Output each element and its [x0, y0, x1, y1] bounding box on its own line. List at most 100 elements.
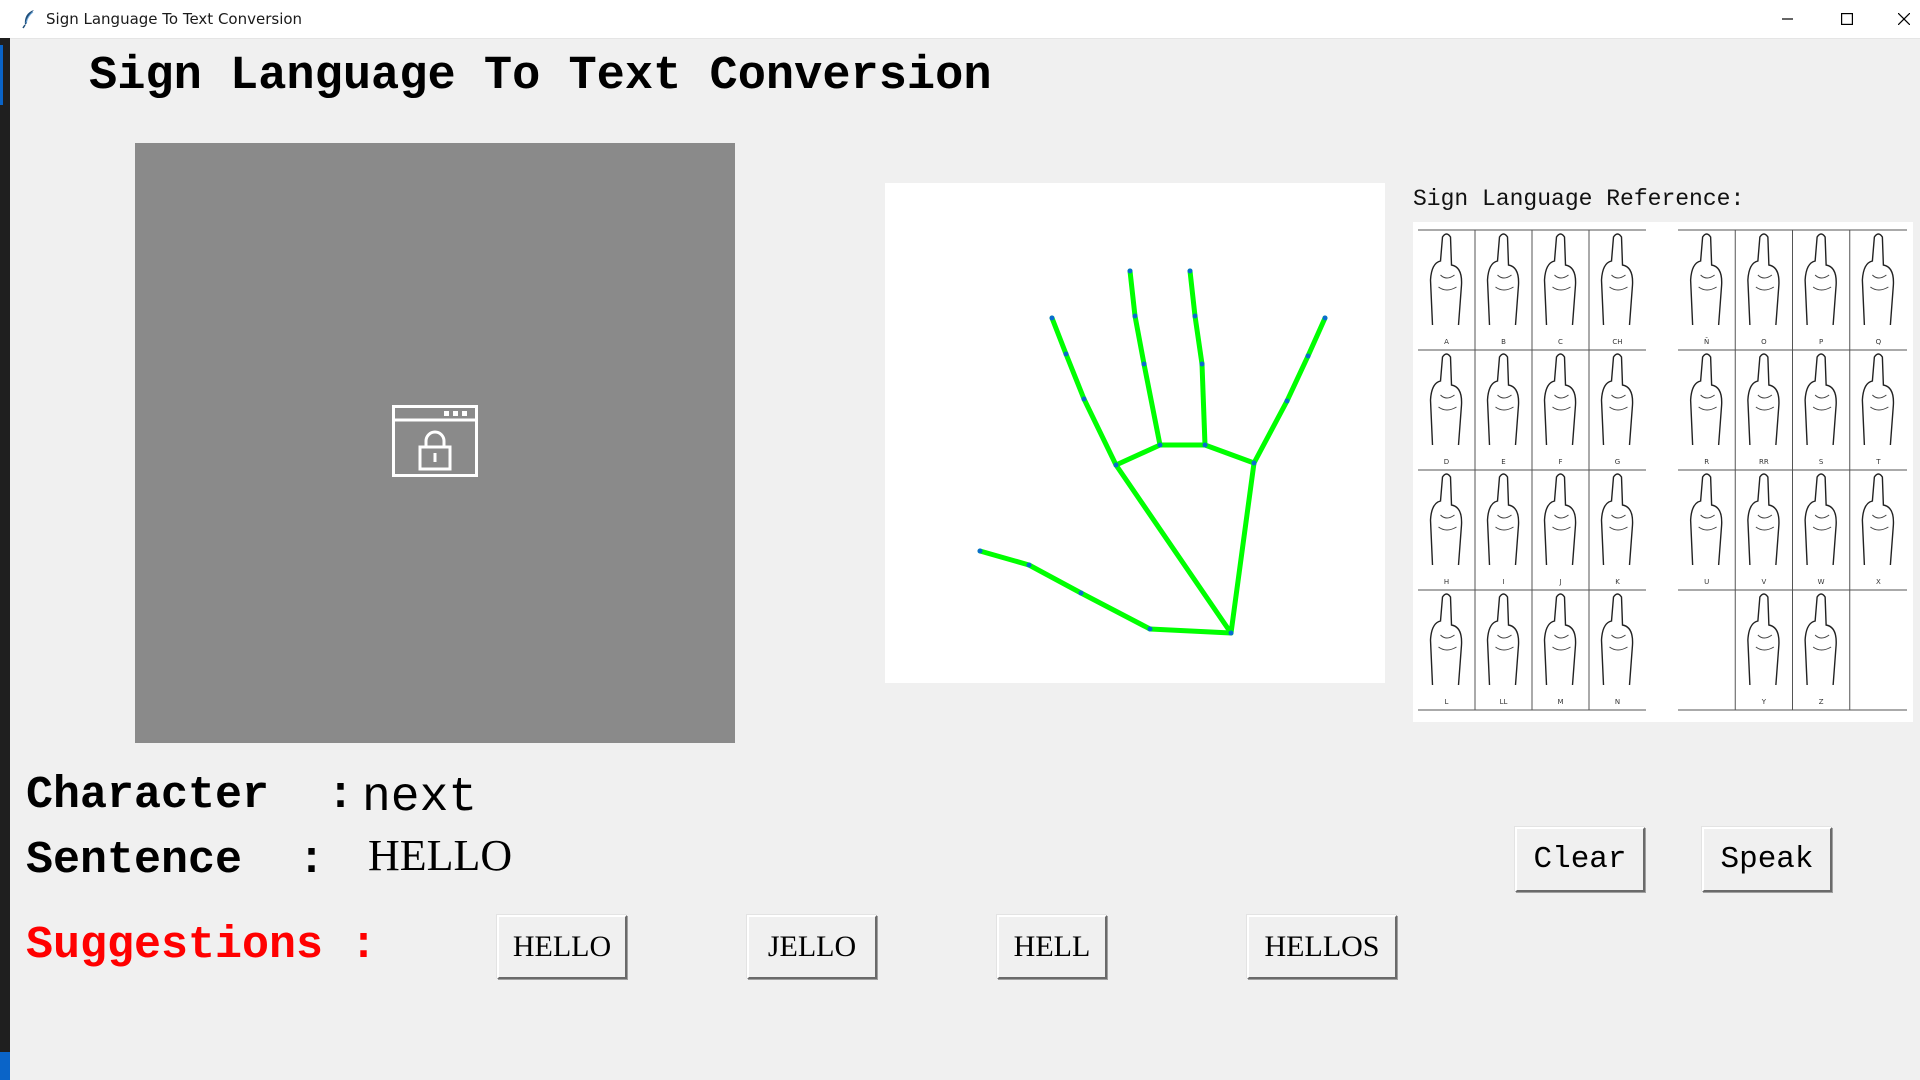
sign-right-14-letter: Z: [1819, 698, 1824, 706]
sign-right-0-hand-detail: [1698, 274, 1717, 291]
taskbar-edge: [0, 1052, 10, 1080]
suggestion-button-1[interactable]: HELLO: [497, 915, 627, 979]
sign-reference-image: A B C CHD E F GH I J KL LL M NÑ O P QR RR S TU V W XY Z: [1418, 229, 1907, 711]
sign-left-1-hand-icon: [1486, 233, 1520, 326]
sign-right-10-letter: W: [1818, 578, 1825, 586]
maximize-button[interactable]: [1819, 0, 1875, 38]
sign-right-11-letter: X: [1876, 578, 1881, 586]
skeleton-landmark: [1157, 442, 1163, 448]
sign-right-14-hand-icon: [1804, 593, 1837, 686]
window-titlebar: Sign Language To Text Conversion: [0, 0, 1920, 39]
skeleton-landmark: [1202, 442, 1208, 448]
skeleton-bone: [1305, 315, 1328, 359]
suggestions-label: Suggestions :: [26, 920, 378, 971]
skeleton-landmark: [1284, 398, 1290, 404]
sign-right-11-hand-detail: [1870, 514, 1889, 531]
skeleton-bone: [1251, 398, 1290, 466]
sign-left-3-hand-icon: [1600, 233, 1634, 326]
sign-left-2-hand-detail: [1552, 274, 1571, 291]
sign-right-8-hand-detail: [1698, 514, 1717, 531]
sign-left-15-letter: N: [1615, 698, 1620, 706]
skeleton-bone: [1081, 396, 1119, 468]
sign-left-0-letter: A: [1444, 338, 1449, 346]
skeleton-bone: [1187, 268, 1198, 319]
skeleton-bone: [1228, 460, 1257, 636]
sign-left-11-hand-icon: [1600, 473, 1634, 566]
sign-left-3-hand-detail: [1609, 274, 1628, 291]
sign-right-2-hand-icon: [1804, 233, 1837, 326]
sign-left-12-letter: L: [1445, 698, 1449, 706]
character-label: Character: [26, 770, 270, 821]
sign-right-5-hand-detail: [1755, 394, 1775, 411]
sign-left-9-hand-icon: [1486, 473, 1520, 566]
skeleton-bone: [1141, 361, 1163, 448]
sign-right-3-letter: Q: [1876, 338, 1882, 346]
suggestion-button-2[interactable]: JELLO: [747, 915, 877, 979]
hand-skeleton-panel: [885, 183, 1385, 683]
skeleton-landmark: [1063, 351, 1069, 357]
close-button[interactable]: [1876, 0, 1920, 38]
sign-right-4-hand-icon: [1689, 353, 1723, 446]
sign-left-13-hand-icon: [1486, 593, 1520, 686]
desktop-edge-accent: [0, 45, 3, 105]
camera-locked-icon: [392, 405, 478, 477]
skeleton-landmark: [1251, 460, 1257, 466]
skeleton-bone: [1284, 353, 1311, 404]
desktop-edge: [0, 38, 10, 1080]
sign-left-0-hand-icon: [1429, 233, 1463, 326]
sign-left-2-hand-icon: [1543, 233, 1577, 326]
suggestion-button-3[interactable]: HELL: [997, 915, 1107, 979]
skeleton-bone: [1049, 315, 1069, 357]
sign-left-3-letter: CH: [1612, 338, 1622, 346]
camera-feed-panel: [135, 143, 735, 743]
sign-left-7-letter: G: [1615, 458, 1620, 466]
skeleton-bone: [1113, 462, 1234, 636]
sign-left-4-hand-icon: [1429, 353, 1463, 446]
minimize-button[interactable]: [1760, 0, 1816, 38]
skeleton-bone: [1192, 313, 1205, 367]
suggestion-button-4[interactable]: HELLOS: [1247, 915, 1397, 979]
sign-left-8-hand-detail: [1438, 514, 1457, 531]
sign-right-1-hand-detail: [1755, 274, 1775, 291]
sign-left-5-hand-detail: [1495, 394, 1514, 411]
sign-left-1-letter: B: [1501, 338, 1506, 346]
sentence-colon: :: [298, 835, 326, 886]
skeleton-landmark: [1305, 353, 1311, 359]
sign-left-9-letter: I: [1502, 578, 1504, 586]
sign-right-13-hand-detail: [1755, 634, 1775, 651]
sign-left-5-hand-icon: [1486, 353, 1520, 446]
skeleton-bone: [977, 548, 1032, 568]
sign-right-5-hand-icon: [1747, 353, 1780, 446]
sentence-value: HELLO: [368, 831, 513, 880]
sign-right-0-hand-icon: [1689, 233, 1723, 326]
app-feather-icon: [22, 10, 34, 29]
sign-right-2-letter: P: [1819, 338, 1823, 346]
sign-reference-chart: A B C CH D E F G H I J K L LL M N Ñ O P Q R RR S T U V W X Y Z: [1413, 222, 1913, 722]
skeleton-landmark: [1132, 313, 1138, 319]
sign-left-14-letter: M: [1557, 698, 1563, 706]
skeleton-bone: [1132, 313, 1147, 367]
sign-right-1-letter: O: [1761, 338, 1767, 346]
skeleton-bone: [1026, 562, 1084, 596]
skeleton-bone: [1127, 268, 1138, 319]
reference-label: Sign Language Reference:: [1413, 186, 1745, 212]
skeleton-bone: [1113, 442, 1163, 468]
page-title: Sign Language To Text Conversion: [89, 50, 992, 103]
close-icon: [1898, 13, 1910, 25]
speak-button[interactable]: Speak: [1702, 827, 1832, 892]
clear-button[interactable]: Clear: [1515, 827, 1645, 892]
sign-left-10-hand-detail: [1552, 514, 1571, 531]
skeleton-bone: [1202, 442, 1257, 466]
sentence-label: Sentence: [26, 835, 243, 886]
sign-right-7-hand-icon: [1861, 353, 1895, 446]
sign-right-3-hand-icon: [1861, 233, 1895, 326]
sign-left-8-letter: H: [1444, 578, 1449, 586]
skeleton-landmark: [1113, 462, 1119, 468]
skeleton-bone: [1078, 590, 1153, 632]
skeleton-landmark: [1322, 315, 1328, 321]
minimize-icon: [1782, 18, 1793, 20]
sign-left-7-hand-detail: [1609, 394, 1628, 411]
skeleton-landmark: [1127, 268, 1133, 274]
sign-left-15-hand-detail: [1609, 634, 1628, 651]
sign-right-3-hand-detail: [1870, 274, 1889, 291]
